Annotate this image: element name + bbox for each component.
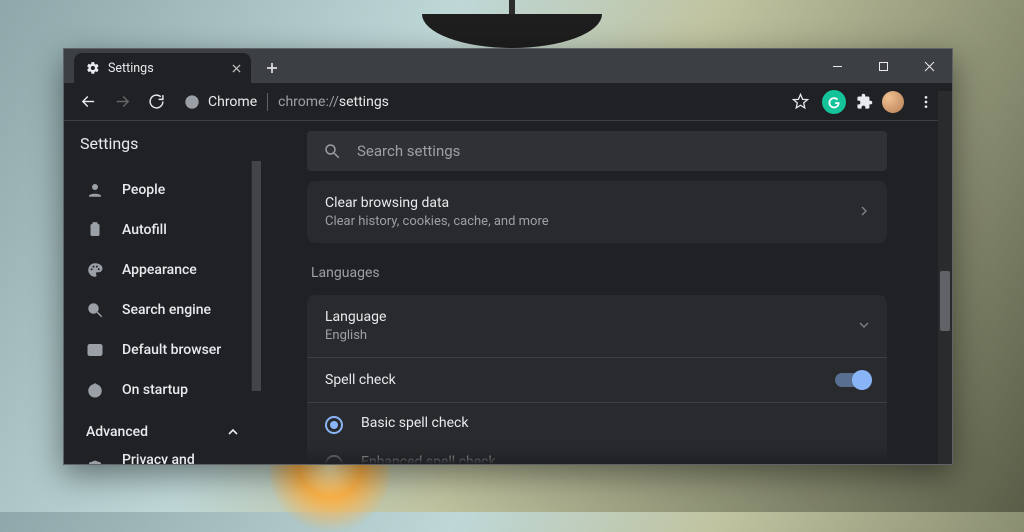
profile-avatar[interactable]: [882, 91, 904, 113]
content-area: Settings People Autofill Appearance Sea: [64, 121, 952, 464]
extensions-button[interactable]: [852, 90, 876, 114]
clear-browsing-data-card[interactable]: Clear browsing data Clear history, cooki…: [307, 181, 887, 243]
close-window-button[interactable]: [906, 49, 952, 83]
settings-search[interactable]: [307, 131, 887, 171]
new-tab-button[interactable]: [259, 55, 285, 81]
sidebar-scrollbar[interactable]: [251, 161, 261, 391]
close-icon[interactable]: [232, 64, 241, 73]
scrollbar-thumb[interactable]: [940, 271, 950, 331]
maximize-button[interactable]: [860, 49, 906, 83]
address-bar[interactable]: Chrome chrome://settings: [180, 87, 776, 117]
extension-grammarly-icon[interactable]: [822, 90, 846, 114]
chevron-right-icon: [859, 204, 869, 220]
sidebar-item-on-startup[interactable]: On startup: [64, 370, 261, 410]
sidebar-item-appearance[interactable]: Appearance: [64, 250, 261, 290]
window-controls: [814, 49, 952, 83]
url-page: settings: [339, 94, 389, 110]
clear-data-subtitle: Clear history, cookies, cache, and more: [325, 214, 549, 229]
sidebar-item-autofill[interactable]: Autofill: [64, 210, 261, 250]
power-icon: [86, 381, 104, 399]
languages-card: Language English Spell check Basic spell…: [307, 295, 887, 464]
settings-main: Clear browsing data Clear history, cooki…: [261, 121, 952, 464]
sidebar-advanced-toggle[interactable]: Advanced: [64, 410, 261, 452]
url-scheme: chrome://: [278, 94, 339, 110]
tab-title: Settings: [108, 61, 154, 76]
sidebar-item-label: On startup: [122, 382, 188, 398]
back-button[interactable]: [72, 86, 104, 118]
minimize-button[interactable]: [814, 49, 860, 83]
forward-button[interactable]: [106, 86, 138, 118]
language-value: English: [325, 328, 386, 343]
sidebar-item-label: Search engine: [122, 302, 211, 318]
tab-settings[interactable]: Settings: [74, 53, 251, 83]
sidebar-item-label: People: [122, 182, 165, 198]
omnibox-context: Chrome: [208, 94, 257, 110]
palette-icon: [86, 261, 104, 279]
sidebar-item-label: Appearance: [122, 262, 197, 278]
advanced-label: Advanced: [86, 424, 148, 440]
gear-icon: [86, 61, 100, 75]
basic-spellcheck-option[interactable]: Basic spell check: [307, 403, 887, 442]
clear-data-title: Clear browsing data: [325, 195, 549, 211]
language-row[interactable]: Language English: [307, 295, 887, 358]
sidebar-item-label: Autofill: [122, 222, 167, 238]
clipboard-icon: [86, 221, 104, 239]
sidebar-item-privacy-security[interactable]: Privacy and security: [64, 452, 261, 464]
search-icon: [323, 142, 341, 160]
sidebar-item-default-browser[interactable]: Default browser: [64, 330, 261, 370]
browser-window: Settings Chrome chrome://settings: [63, 48, 953, 465]
chevron-down-icon: [859, 318, 869, 334]
sidebar-item-label: Default browser: [122, 342, 221, 358]
sidebar-item-people[interactable]: People: [64, 170, 261, 210]
search-icon: [86, 301, 104, 319]
languages-heading: Languages: [307, 243, 887, 295]
sidebar-item-search-engine[interactable]: Search engine: [64, 290, 261, 330]
bookmark-star-button[interactable]: [784, 86, 816, 118]
reload-button[interactable]: [140, 86, 172, 118]
sidebar-title: Settings: [64, 121, 261, 166]
language-title: Language: [325, 309, 386, 325]
omnibox-separator: [267, 93, 268, 111]
person-icon: [86, 181, 104, 199]
settings-search-input[interactable]: [357, 142, 871, 160]
browser-window-icon: [86, 341, 104, 359]
spellcheck-toggle[interactable]: [835, 373, 869, 387]
shield-icon: [86, 459, 104, 464]
radio-selected-icon: [325, 416, 343, 434]
spellcheck-row: Spell check: [307, 358, 887, 403]
toolbar: Chrome chrome://settings: [64, 83, 952, 121]
sidebar-item-label: Privacy and security: [122, 452, 239, 464]
spellcheck-label: Spell check: [325, 372, 396, 388]
chevron-up-icon: [227, 426, 239, 438]
fade-overlay: [261, 446, 952, 464]
main-scrollbar[interactable]: [938, 121, 952, 464]
wallpaper-lamp: [402, 0, 622, 48]
chrome-secure-icon: [184, 94, 200, 110]
basic-spellcheck-label: Basic spell check: [361, 415, 468, 431]
settings-sidebar: Settings People Autofill Appearance Sea: [64, 121, 261, 464]
titlebar: Settings: [64, 49, 952, 83]
